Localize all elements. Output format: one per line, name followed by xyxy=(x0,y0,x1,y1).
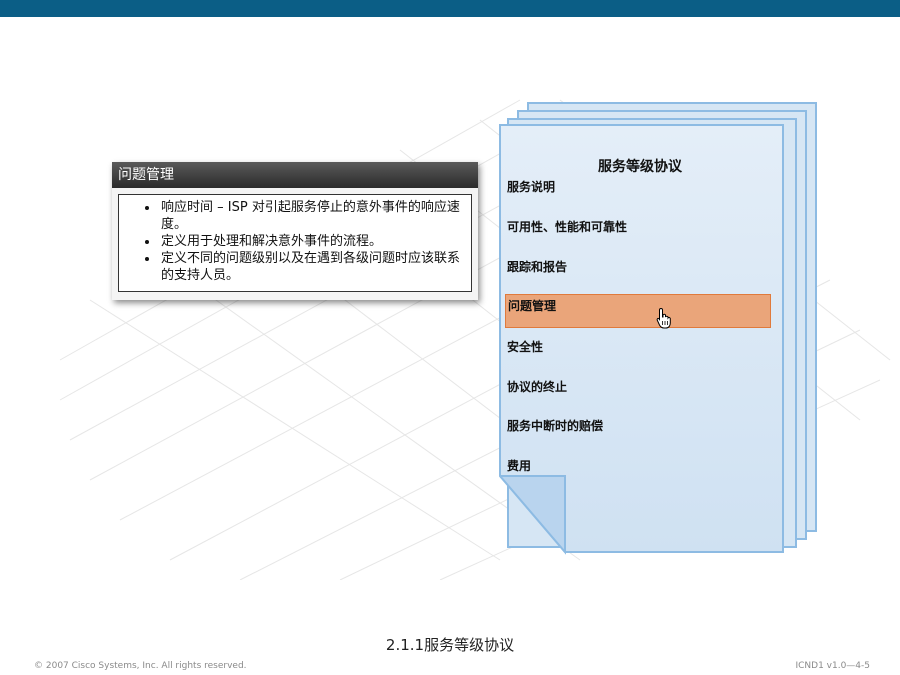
top-banner xyxy=(0,0,900,17)
sla-item-tracking-reporting[interactable]: 跟踪和报告 xyxy=(507,258,567,275)
sla-document-stack: 服务等级协议 服务说明 可用性、性能和可靠性 跟踪和报告 问题管理 安全性 协议… xyxy=(495,100,825,560)
sla-item-label: 问题管理 xyxy=(508,299,557,313)
callout-bullet: 响应时间 – ISP 对引起服务停止的意外事件的响应速度。 xyxy=(159,199,465,233)
sla-item-fees[interactable]: 费用 xyxy=(507,457,531,474)
callout-bullet: 定义用于处理和解决意外事件的流程。 xyxy=(159,233,465,250)
document-title: 服务等级协议 xyxy=(598,159,682,175)
slide-page-id: ICND1 v1.0—4-5 xyxy=(795,661,870,671)
document-page-front: 服务等级协议 服务说明 可用性、性能和可靠性 跟踪和报告 问题管理 安全性 协议… xyxy=(499,124,784,555)
sla-item-security[interactable]: 安全性 xyxy=(507,338,543,355)
sla-item-availability[interactable]: 可用性、性能和可靠性 xyxy=(507,218,627,235)
copyright-notice: © 2007 Cisco Systems, Inc. All rights re… xyxy=(34,661,247,671)
callout-content: 响应时间 – ISP 对引起服务停止的意外事件的响应速度。 定义用于处理和解决意… xyxy=(118,194,472,292)
sla-item-termination[interactable]: 协议的终止 xyxy=(507,378,567,395)
sla-item-service-description[interactable]: 服务说明 xyxy=(507,178,555,195)
problem-management-callout: 问题管理 响应时间 – ISP 对引起服务停止的意外事件的响应速度。 定义用于处… xyxy=(112,162,478,300)
callout-title: 问题管理 xyxy=(112,162,478,188)
sla-item-outage-compensation[interactable]: 服务中断时的赔偿 xyxy=(507,417,603,434)
callout-bullet-list: 响应时间 – ISP 对引起服务停止的意外事件的响应速度。 定义用于处理和解决意… xyxy=(123,199,465,284)
sla-item-problem-management[interactable]: 问题管理 xyxy=(505,294,771,329)
callout-body: 响应时间 – ISP 对引起服务停止的意外事件的响应速度。 定义用于处理和解决意… xyxy=(112,188,478,300)
callout-bullet: 定义不同的问题级别以及在遇到各级问题时应该联系的支持人员。 xyxy=(159,250,465,284)
slide-caption: 2.1.1服务等级协议 xyxy=(385,636,515,654)
